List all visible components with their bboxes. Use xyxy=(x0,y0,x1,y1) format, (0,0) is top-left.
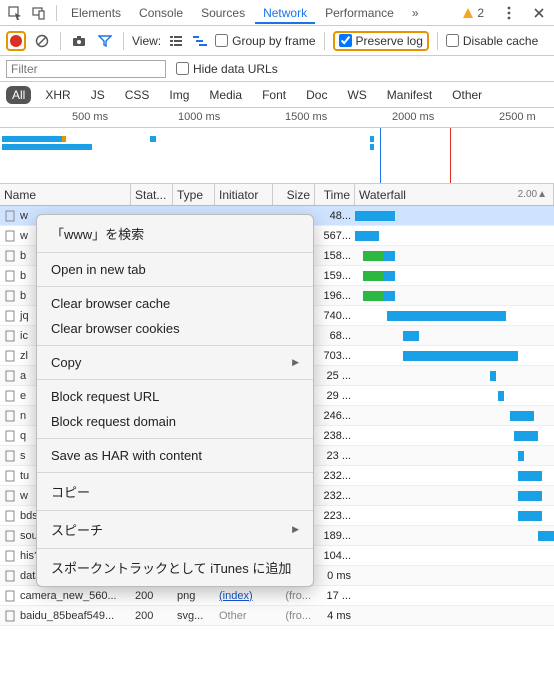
type-chip-ws[interactable]: WS xyxy=(341,86,372,104)
file-icon xyxy=(4,510,16,522)
filter-toggle-icon[interactable] xyxy=(95,31,115,51)
filter-input[interactable] xyxy=(6,60,166,78)
group-by-frame-checkbox[interactable]: Group by frame xyxy=(215,34,315,48)
menu-item[interactable]: Block request domain xyxy=(37,409,313,434)
view-list-icon[interactable] xyxy=(167,32,185,50)
file-icon xyxy=(4,590,16,602)
menu-item[interactable]: Block request URL xyxy=(37,384,313,409)
type-chip-img[interactable]: Img xyxy=(163,86,195,104)
type-filter-bar: All XHR JS CSS Img Media Font Doc WS Manifest Othe… xyxy=(0,82,554,108)
menu-item[interactable]: Save as HAR with content xyxy=(37,443,313,468)
file-icon xyxy=(4,250,16,262)
table-row[interactable]: camera_new_560...200png(index)(fro...17 … xyxy=(0,586,554,606)
tab-console[interactable]: Console xyxy=(131,2,191,24)
type-chip-font[interactable]: Font xyxy=(256,86,292,104)
file-icon xyxy=(4,370,16,382)
menu-item[interactable]: Clear browser cache xyxy=(37,291,313,316)
file-icon xyxy=(4,610,16,622)
menu-item[interactable]: コピー xyxy=(37,477,313,506)
type-chip-other[interactable]: Other xyxy=(446,86,488,104)
table-row[interactable]: baidu_85beaf549...200svg...Other(fro...4… xyxy=(0,606,554,626)
view-label: View: xyxy=(132,34,161,48)
col-status[interactable]: Stat... xyxy=(131,184,173,205)
file-icon xyxy=(4,330,16,342)
timeline-ruler[interactable]: 500 ms 1000 ms 1500 ms 2000 ms 2500 m xyxy=(0,108,554,128)
record-button[interactable] xyxy=(6,31,26,51)
file-icon xyxy=(4,550,16,562)
clear-icon[interactable] xyxy=(32,31,52,51)
col-name[interactable]: Name xyxy=(0,184,131,205)
file-icon xyxy=(4,210,16,222)
file-icon xyxy=(4,430,16,442)
file-icon xyxy=(4,230,16,242)
disable-cache-checkbox[interactable]: Disable cache xyxy=(446,34,538,48)
hide-data-urls-checkbox[interactable]: Hide data URLs xyxy=(176,62,278,76)
devtools-tabbar: ElementsConsoleSourcesNetworkPerformance… xyxy=(0,0,554,26)
col-time[interactable]: Time xyxy=(315,184,355,205)
tab-elements[interactable]: Elements xyxy=(63,2,129,24)
col-initiator[interactable]: Initiator xyxy=(215,184,273,205)
col-type[interactable]: Type xyxy=(173,184,215,205)
tabs-overflow[interactable]: » xyxy=(404,2,427,24)
menu-item[interactable]: スピーチ xyxy=(37,515,313,544)
type-chip-xhr[interactable]: XHR xyxy=(39,86,76,104)
context-menu: 「www」を検索 Open in new tab Clear browser cac… xyxy=(36,214,314,587)
file-icon xyxy=(4,270,16,282)
file-icon xyxy=(4,470,16,482)
tab-performance[interactable]: Performance xyxy=(317,2,402,24)
close-devtools-icon[interactable] xyxy=(528,2,550,24)
file-icon xyxy=(4,450,16,462)
timeline-overview[interactable] xyxy=(0,128,554,184)
file-icon xyxy=(4,410,16,422)
type-chip-doc[interactable]: Doc xyxy=(300,86,333,104)
inspect-icon[interactable] xyxy=(4,2,26,24)
type-chip-media[interactable]: Media xyxy=(203,86,248,104)
preserve-log-checkbox[interactable]: Preserve log xyxy=(339,34,423,48)
file-icon xyxy=(4,530,16,542)
type-chip-js[interactable]: JS xyxy=(85,86,111,104)
tab-network[interactable]: Network xyxy=(255,2,315,24)
col-waterfall[interactable]: Waterfall 2.00▲ xyxy=(355,184,554,205)
warnings-count: 2 xyxy=(477,6,484,20)
menu-item[interactable]: Copy xyxy=(37,350,313,375)
file-icon xyxy=(4,350,16,362)
warnings-badge[interactable]: 2 xyxy=(462,6,484,20)
type-chip-all[interactable]: All xyxy=(6,86,31,104)
device-toggle-icon[interactable] xyxy=(28,2,50,24)
menu-item[interactable]: 「www」を検索 xyxy=(37,219,313,248)
file-icon xyxy=(4,570,16,582)
tab-sources[interactable]: Sources xyxy=(193,2,253,24)
col-size[interactable]: Size xyxy=(273,184,315,205)
file-icon xyxy=(4,390,16,402)
type-chip-css[interactable]: CSS xyxy=(119,86,156,104)
settings-menu-icon[interactable] xyxy=(498,2,520,24)
type-chip-manifest[interactable]: Manifest xyxy=(381,86,438,104)
menu-item[interactable]: スポークントラックとして iTunes に追加 xyxy=(37,553,313,582)
menu-item[interactable]: Clear browser cookies xyxy=(37,316,313,341)
file-icon xyxy=(4,310,16,322)
view-waterfall-icon[interactable] xyxy=(191,32,209,50)
table-header: Name Stat... Type Initiator Size Time Wa… xyxy=(0,184,554,206)
menu-item[interactable]: Open in new tab xyxy=(37,257,313,282)
network-toolbar: View: Group by frame Preserve log Disabl… xyxy=(0,26,554,56)
capture-screenshot-icon[interactable] xyxy=(69,31,89,51)
file-icon xyxy=(4,490,16,502)
file-icon xyxy=(4,290,16,302)
filter-bar: Hide data URLs xyxy=(0,56,554,82)
